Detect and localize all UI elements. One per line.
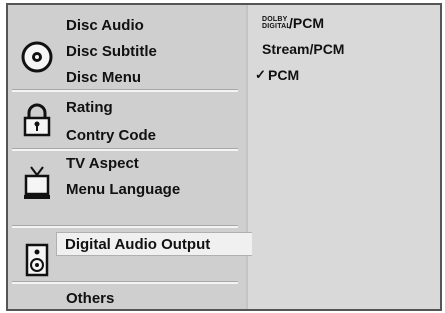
- padlock-icon: [22, 103, 52, 142]
- dolby-logo-line2: DIGITAL: [262, 23, 291, 30]
- separator: [12, 225, 238, 228]
- menu-item-others[interactable]: Others: [66, 290, 114, 307]
- disc-icon: [21, 41, 53, 78]
- option-stream-pcm[interactable]: Stream/PCM: [262, 41, 344, 57]
- speaker-icon: [25, 243, 49, 282]
- dolby-logo-line1: DOLBY: [262, 16, 288, 23]
- options-panel: DOLBY DIGITAL /PCM Stream/PCM ✓ PCM: [246, 5, 440, 309]
- menu-item-disc-menu[interactable]: Disc Menu: [66, 69, 141, 86]
- menu-item-label: Digital Audio Output: [65, 236, 211, 253]
- setup-menu-window: Disc Audio Disc Subtitle Disc Menu Ratin…: [6, 3, 442, 311]
- menu-item-disc-subtitle[interactable]: Disc Subtitle: [66, 43, 157, 60]
- dolby-digital-logo: DOLBY DIGITAL: [262, 16, 291, 30]
- option-label: PCM: [268, 67, 300, 83]
- checkmark-icon: ✓: [255, 67, 266, 82]
- tv-icon: [22, 165, 52, 206]
- option-label: /PCM: [289, 15, 324, 31]
- separator: [12, 89, 238, 92]
- menu-item-country-code[interactable]: Contry Code: [66, 127, 156, 144]
- separator: [12, 148, 238, 151]
- menu-item-tv-aspect[interactable]: TV Aspect: [66, 155, 139, 172]
- menu-item-rating[interactable]: Rating: [66, 99, 113, 116]
- menu-item-disc-audio[interactable]: Disc Audio: [66, 17, 144, 34]
- menu-item-menu-language[interactable]: Menu Language: [66, 181, 180, 198]
- separator: [12, 281, 238, 284]
- menu-item-digital-audio-output[interactable]: Digital Audio Output: [56, 232, 252, 256]
- category-panel: Disc Audio Disc Subtitle Disc Menu Ratin…: [8, 5, 246, 309]
